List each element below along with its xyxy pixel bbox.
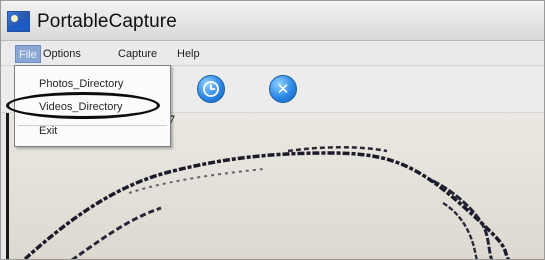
close-icon: ✕ — [276, 80, 290, 98]
menu-capture[interactable]: Capture — [115, 45, 160, 63]
menu-file[interactable]: File — [15, 45, 41, 63]
clock-button[interactable] — [197, 75, 225, 103]
menu-item-exit[interactable]: Exit — [19, 122, 57, 141]
highlight-ellipse — [6, 92, 160, 119]
app-icon — [7, 11, 30, 32]
title-bar[interactable]: PortableCapture — [1, 1, 544, 41]
menu-bar: File Options Capture Help — [1, 41, 544, 66]
close-button[interactable]: ✕ — [269, 75, 297, 103]
menu-options[interactable]: Options — [40, 45, 84, 63]
menu-help[interactable]: Help — [174, 45, 203, 63]
window-title: PortableCapture — [37, 11, 177, 32]
clock-icon — [198, 76, 224, 102]
app-window: PortableCapture File Options Capture Hel… — [0, 0, 545, 260]
